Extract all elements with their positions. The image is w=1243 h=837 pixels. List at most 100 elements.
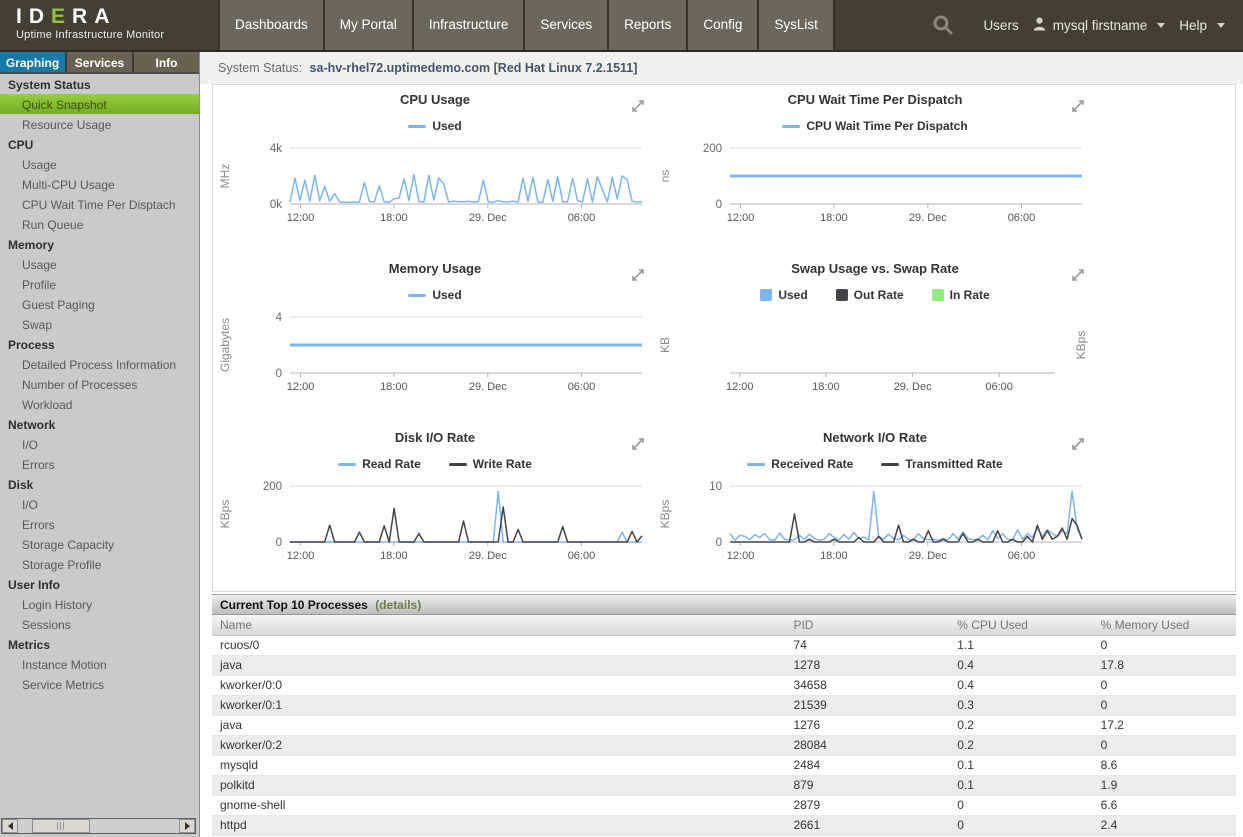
tab-info[interactable]: Info [134, 52, 199, 72]
sidebar-item-quick-snapshot[interactable]: Quick Snapshot [0, 94, 199, 114]
logo-letter: I [16, 5, 29, 28]
sidebar-item-swap[interactable]: Swap [0, 314, 199, 334]
top-navigation-bar: IDERA Uptime Infrastructure Monitor Dash… [0, 0, 1243, 52]
sidebar-item-errors[interactable]: Errors [0, 454, 199, 474]
svg-text:18:00: 18:00 [820, 550, 848, 562]
legend-item-in-rate[interactable]: In Rate [932, 288, 990, 302]
nav-item-services[interactable]: Services [523, 0, 607, 50]
sidebar-item-storage-profile[interactable]: Storage Profile [0, 554, 199, 574]
sidebar-horizontal-scrollbar[interactable] [1, 818, 196, 834]
legend-item-cpu-wait-time-per-dispatch[interactable]: CPU Wait Time Per Dispatch [782, 119, 967, 133]
svg-text:4k: 4k [270, 143, 282, 155]
sidebar-item-cpu-wait-time-per-disptach[interactable]: CPU Wait Time Per Disptach [0, 194, 199, 214]
expand-icon[interactable] [631, 433, 645, 451]
expand-icon[interactable] [1071, 433, 1085, 451]
table-cell: 28084 [785, 735, 949, 755]
table-body: rcuos/0741.10java12780.417.8kworker/0:03… [212, 635, 1236, 835]
charts-panel: CPU UsageUsed4k0k12:0018:0029. Dec06:00M… [212, 84, 1236, 592]
chart-title: Memory Usage [215, 261, 655, 279]
nav-item-config[interactable]: Config [686, 0, 757, 50]
logo-subtitle: Uptime Infrastructure Monitor [16, 29, 218, 41]
nav-item-my-portal[interactable]: My Portal [323, 0, 412, 50]
table-cell: 0.4 [949, 675, 1092, 695]
legend-item-read-rate[interactable]: Read Rate [338, 457, 421, 471]
nav-item-syslist[interactable]: SysList [757, 0, 835, 50]
table-cell: 0 [1093, 675, 1236, 695]
table-cell: kworker/0:2 [212, 735, 785, 755]
user-account-menu[interactable]: mysql firstname [1033, 17, 1166, 34]
expand-icon[interactable] [1071, 95, 1085, 113]
sidebar-item-i-o[interactable]: I/O [0, 434, 199, 454]
top-processes-panel: Current Top 10 Processes (details) NameP… [212, 594, 1236, 836]
legend-item-received-rate[interactable]: Received Rate [747, 457, 853, 471]
sidebar-item-service-metrics[interactable]: Service Metrics [0, 674, 199, 694]
sidebar-section-user-info: User Info [0, 574, 199, 594]
sidebar-item-guest-paging[interactable]: Guest Paging [0, 294, 199, 314]
chart-network-i-o-rate: Network I/O RateReceived RateTransmitted… [655, 424, 1095, 593]
sidebar-item-resource-usage[interactable]: Resource Usage [0, 114, 199, 134]
scroll-left-arrow[interactable] [2, 819, 18, 833]
sidebar-item-multi-cpu-usage[interactable]: Multi-CPU Usage [0, 174, 199, 194]
column-header-memory-used[interactable]: % Memory Used [1093, 615, 1236, 635]
svg-text:18:00: 18:00 [380, 381, 408, 393]
sidebar-item-number-of-processes[interactable]: Number of Processes [0, 374, 199, 394]
svg-text:06:00: 06:00 [568, 381, 596, 393]
table-cell: 17.2 [1093, 715, 1236, 735]
sidebar-item-instance-motion[interactable]: Instance Motion [0, 654, 199, 674]
table-cell: 0.1 [949, 775, 1092, 795]
table-cell: java [212, 715, 785, 735]
legend-item-out-rate[interactable]: Out Rate [836, 288, 904, 302]
column-header-pid[interactable]: PID [785, 615, 949, 635]
sidebar-item-i-o[interactable]: I/O [0, 494, 199, 514]
table-cell: 0 [1093, 735, 1236, 755]
scroll-thumb[interactable] [32, 819, 90, 833]
column-header-name[interactable]: Name [212, 615, 785, 635]
legend-item-used[interactable]: Used [408, 288, 461, 302]
help-menu[interactable]: Help [1179, 18, 1225, 33]
expand-icon[interactable] [1071, 264, 1085, 282]
chart-plot-area: 12:0018:0029. Dec06:00KBKBps [655, 309, 1095, 421]
legend-item-used[interactable]: Used [760, 288, 807, 302]
scroll-grip-icon [57, 822, 66, 830]
sidebar-item-sessions[interactable]: Sessions [0, 614, 199, 634]
legend-item-write-rate[interactable]: Write Rate [449, 457, 532, 471]
chart-title: Disk I/O Rate [215, 430, 655, 448]
sidebar-item-errors[interactable]: Errors [0, 514, 199, 534]
svg-text:4: 4 [276, 312, 283, 324]
nav-item-infrastructure[interactable]: Infrastructure [412, 0, 524, 50]
sidebar-item-usage[interactable]: Usage [0, 154, 199, 174]
tab-services[interactable]: Services [67, 52, 134, 72]
nav-item-reports[interactable]: Reports [607, 0, 686, 50]
scroll-track[interactable] [18, 819, 179, 833]
svg-text:0k: 0k [270, 199, 282, 211]
column-header-cpu-used[interactable]: % CPU Used [949, 615, 1092, 635]
svg-text:ns: ns [658, 170, 672, 183]
chevron-down-icon [1157, 23, 1165, 28]
search-icon[interactable] [931, 13, 955, 37]
sidebar-item-workload[interactable]: Workload [0, 394, 199, 414]
scroll-right-arrow[interactable] [179, 819, 195, 833]
sidebar-item-run-queue[interactable]: Run Queue [0, 214, 199, 234]
table-row: gnome-shell287906.6 [212, 795, 1236, 815]
table-cell: 6.6 [1093, 795, 1236, 815]
legend-item-used[interactable]: Used [408, 119, 461, 133]
details-link[interactable]: (details) [375, 598, 421, 612]
sidebar-item-usage[interactable]: Usage [0, 254, 199, 274]
expand-icon[interactable] [631, 95, 645, 113]
nav-item-dashboards[interactable]: Dashboards [218, 0, 323, 50]
expand-icon[interactable] [631, 264, 645, 282]
table-cell: 0 [1093, 695, 1236, 715]
sidebar-item-detailed-process-information[interactable]: Detailed Process Information [0, 354, 199, 374]
svg-text:0: 0 [716, 537, 722, 549]
help-label: Help [1179, 18, 1207, 33]
app-logo[interactable]: IDERA Uptime Infrastructure Monitor [0, 0, 218, 50]
legend-item-transmitted-rate[interactable]: Transmitted Rate [881, 457, 1002, 471]
users-menu[interactable]: Users [983, 18, 1018, 33]
legend-line-swatch [338, 463, 356, 466]
chart-plot-area: 4k0k12:0018:0029. Dec06:00MHz [215, 140, 655, 252]
sidebar-item-login-history[interactable]: Login History [0, 594, 199, 614]
tab-graphing[interactable]: Graphing [0, 52, 67, 72]
legend-label: Out Rate [854, 288, 904, 302]
sidebar-item-storage-capacity[interactable]: Storage Capacity [0, 534, 199, 554]
sidebar-item-profile[interactable]: Profile [0, 274, 199, 294]
